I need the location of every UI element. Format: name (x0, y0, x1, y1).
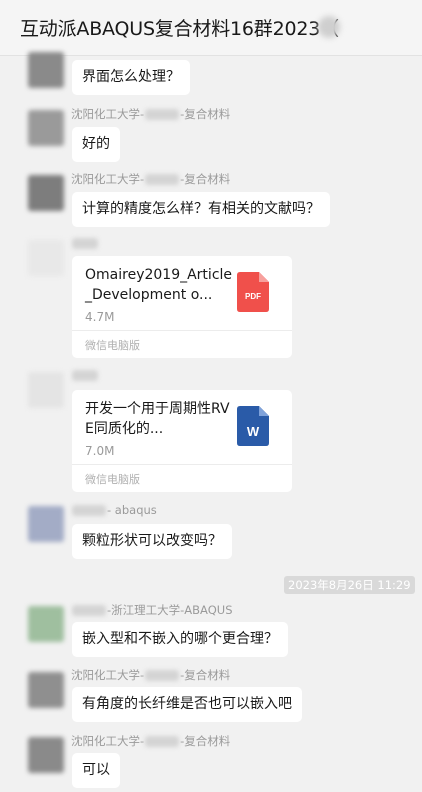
sender-prefix: 沈阳化工大学- (71, 107, 145, 121)
avatar[interactable] (28, 110, 64, 146)
message-bubble[interactable]: 界面怎么处理？ (72, 60, 190, 95)
file-message-card[interactable]: 开发一个用于周期性RVE同质化的... 7.0M W 微信电脑版 (72, 390, 292, 492)
file-source: 微信电脑版 (85, 339, 140, 352)
message-bubble[interactable]: 嵌入型和不嵌入的哪个更合理？ (72, 622, 288, 657)
file-size: 4.7M (85, 310, 115, 324)
avatar[interactable] (28, 372, 64, 408)
word-icon-label: W (247, 424, 260, 439)
sender-suffix: -复合材料 (180, 734, 231, 748)
sender-name (71, 236, 99, 250)
redacted-name (145, 670, 180, 681)
avatar[interactable] (28, 52, 64, 88)
message-bubble[interactable]: 计算的精度怎么样？有相关的文献吗？ (72, 192, 330, 227)
chat-header: 互动派ABAQUS复合材料16群2023（ (0, 0, 422, 56)
message-bubble[interactable]: 有角度的长纤维是否也可以嵌入吧 (72, 687, 302, 722)
chat-title[interactable]: 互动派ABAQUS复合材料16群2023（ (20, 14, 339, 41)
sender-suffix: -复合材料 (180, 107, 231, 121)
message-bubble[interactable]: 好的 (72, 127, 120, 162)
sender-prefix: 沈阳化工大学- (71, 668, 145, 682)
redacted-name (72, 370, 98, 381)
timestamp-divider: 2023年8月26日 11:29 (284, 576, 415, 594)
redacted-name (145, 174, 180, 185)
word-file-icon: W (237, 406, 269, 446)
redacted-name (72, 505, 106, 516)
sender-name: -浙江理工大学-ABAQUS (71, 602, 233, 618)
redacted-name (145, 109, 180, 120)
sender-prefix: 沈阳化工大学- (71, 172, 145, 186)
redacted-name (72, 605, 106, 616)
message-bubble[interactable]: 可以 (72, 753, 120, 788)
sender-suffix: -复合材料 (180, 172, 231, 186)
sender-name: - abaqus (71, 503, 157, 517)
avatar[interactable] (28, 240, 64, 276)
file-size: 7.0M (85, 444, 115, 458)
avatar[interactable] (28, 606, 64, 642)
file-card-divider (72, 330, 292, 331)
avatar[interactable] (28, 506, 64, 542)
message-bubble[interactable]: 颗粒形状可以改变吗？ (72, 524, 232, 559)
sender-name: 沈阳化工大学- -复合材料 (71, 106, 230, 122)
redacted-name (72, 238, 98, 249)
sender-name: 沈阳化工大学- -复合材料 (71, 667, 230, 683)
sender-suffix: -浙江理工大学-ABAQUS (107, 603, 233, 617)
pdf-icon-label: PDF (245, 292, 261, 301)
avatar[interactable] (28, 737, 64, 773)
sender-suffix: -复合材料 (180, 668, 231, 682)
sender-name (71, 368, 99, 382)
file-name: 开发一个用于周期性RVE同质化的... (85, 401, 230, 437)
file-message-card[interactable]: Omairey2019_Article_Development o... 4.7… (72, 256, 292, 358)
sender-name: 沈阳化工大学- -复合材料 (71, 733, 230, 749)
file-name: Omairey2019_Article_Development o... (85, 267, 233, 303)
avatar[interactable] (28, 175, 64, 211)
pdf-file-icon: PDF (237, 272, 269, 312)
redacted-name (145, 736, 180, 747)
title-redacted-blur (318, 16, 340, 38)
file-source: 微信电脑版 (85, 473, 140, 486)
avatar[interactable] (28, 672, 64, 708)
sender-name: 沈阳化工大学- -复合材料 (71, 171, 230, 187)
file-card-divider (72, 464, 292, 465)
sender-prefix: 沈阳化工大学- (71, 734, 145, 748)
sender-suffix: - abaqus (107, 503, 157, 517)
